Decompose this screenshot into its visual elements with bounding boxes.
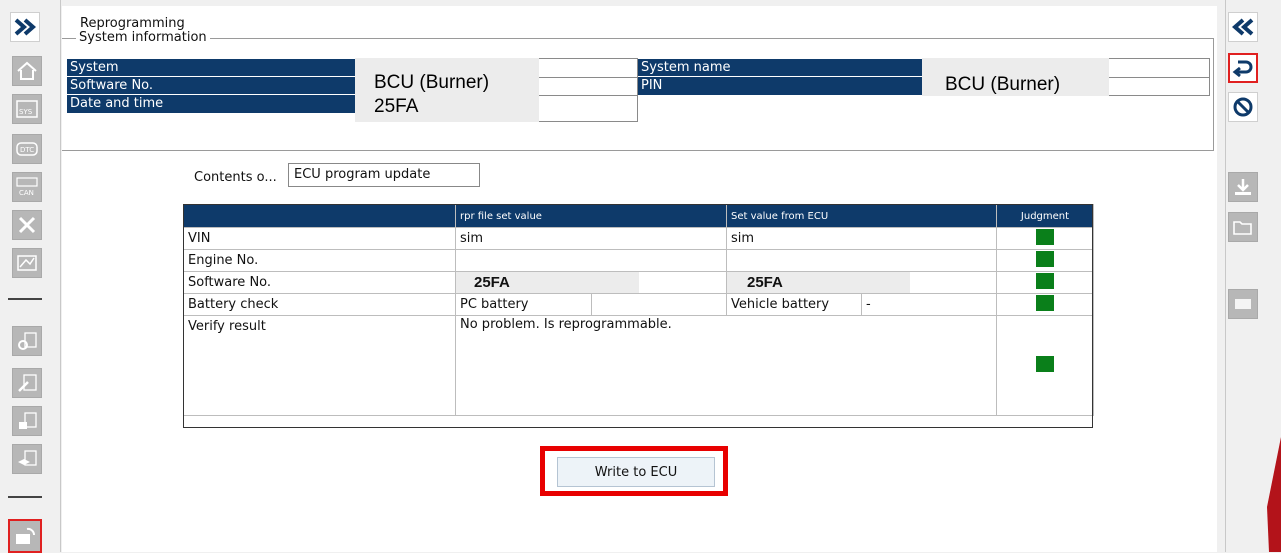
row-name: Battery check [183, 293, 456, 316]
training-button[interactable] [12, 444, 42, 474]
ok-indicator [1036, 272, 1054, 289]
rpr-value [455, 249, 727, 272]
rpr-value: PC battery [455, 293, 592, 316]
col-header-item [183, 204, 456, 228]
row-name: Engine No. [183, 249, 456, 272]
ecu-battery-value: - [861, 293, 997, 316]
comparison-table: rpr file set value Set value from ECU Ju… [183, 204, 1094, 416]
ok-indicator [1036, 250, 1054, 267]
divider [8, 496, 42, 498]
judgment-cell [996, 249, 1094, 272]
dtc-button[interactable]: DTC [12, 134, 42, 164]
svg-text:CAN: CAN [19, 189, 34, 197]
collapse-menu-button[interactable] [1228, 12, 1258, 42]
right-toolbar [1225, 0, 1281, 552]
left-toolbar: SYS DTC CAN [0, 0, 61, 553]
contents-label: Contents o... [194, 170, 277, 185]
monitor-icon [17, 255, 37, 271]
download-icon [1235, 179, 1251, 195]
table-header-row: rpr file set value Set value from ECU Ju… [183, 204, 1094, 228]
lock-doc-icon [19, 412, 37, 429]
graduation-icon [18, 450, 37, 466]
divider [8, 298, 42, 300]
date-time-label: Date and time [67, 95, 355, 113]
system-name-value: BCU (Burner) [945, 74, 1061, 95]
system-value: BCU (Burner) [374, 72, 490, 93]
ok-indicator [1036, 294, 1054, 311]
table-row: Software No. 25FA 25FA [183, 271, 1094, 294]
verify-result-message: No problem. Is reprogrammable. [455, 315, 997, 416]
pin-label: PIN [638, 77, 922, 95]
sys-icon: SYS [16, 100, 38, 118]
software-no-value: 25FA [374, 96, 419, 117]
row-name: VIN [183, 227, 456, 250]
system-label: System [67, 59, 355, 77]
ecu-refresh-icon [16, 527, 36, 544]
prohibit-icon [1233, 97, 1253, 117]
can-button[interactable]: CAN [12, 172, 42, 202]
col-header-rpr: rpr file set value [455, 204, 727, 228]
ecu-button[interactable] [1228, 289, 1258, 319]
tools-button[interactable] [12, 210, 42, 240]
save-download-button[interactable] [1228, 172, 1258, 202]
judgment-cell [996, 227, 1094, 250]
system-name-label: System name [638, 59, 922, 77]
ok-indicator [1036, 355, 1054, 372]
chip-icon [1235, 299, 1251, 309]
ecu-value: Vehicle battery [726, 293, 862, 316]
home-icon [17, 61, 37, 80]
ecu-value-cell: 25FA [726, 271, 997, 294]
dtc-icon: DTC [16, 142, 38, 156]
folder-open-icon [1233, 221, 1252, 235]
reprogramming-button[interactable] [8, 519, 42, 553]
page-title: Reprogramming [80, 16, 185, 31]
ecu-value: 25FA [747, 274, 783, 291]
open-folder-button[interactable] [1228, 212, 1258, 242]
expand-menu-button[interactable] [10, 12, 40, 42]
system-info-button[interactable]: SYS [12, 94, 42, 124]
security-button[interactable] [12, 406, 42, 436]
rpr-value: 25FA [474, 274, 510, 291]
judgment-cell [996, 271, 1094, 294]
edit-data-button[interactable] [12, 368, 42, 398]
can-icon: CAN [16, 177, 38, 197]
contents-field: ECU program update [288, 163, 480, 187]
wrench-icon [18, 216, 36, 234]
return-arrow-icon [1232, 60, 1253, 78]
gear-doc-icon [18, 332, 37, 350]
double-chevron-left-icon [1232, 18, 1254, 36]
judgment-cell [996, 293, 1094, 316]
col-header-ecu: Set value from ECU [726, 204, 997, 228]
col-header-judgment: Judgment [996, 204, 1094, 228]
row-name: Verify result [183, 315, 456, 416]
home-button[interactable] [12, 56, 42, 86]
table-row: Battery check PC battery Vehicle battery… [183, 293, 1094, 316]
table-row: VIN sim sim [183, 227, 1094, 250]
rpr-value: sim [455, 227, 727, 250]
rpr-value-cell: 25FA [455, 271, 727, 294]
rpr-battery-value [591, 293, 727, 316]
svg-text:DTC: DTC [20, 146, 34, 154]
settings-button[interactable] [12, 326, 42, 356]
decorative-shape [1267, 437, 1281, 552]
software-no-label: Software No. [67, 77, 355, 95]
pencil-doc-icon [18, 374, 37, 392]
cancel-button[interactable] [1228, 92, 1258, 122]
return-button[interactable] [1228, 53, 1258, 83]
judgment-cell [996, 315, 1094, 416]
write-to-ecu-button[interactable]: Write to ECU [557, 457, 715, 487]
table-row: Verify result No problem. Is reprogramma… [183, 315, 1094, 416]
ok-indicator [1036, 228, 1054, 245]
monitor-button[interactable] [12, 248, 42, 278]
row-name: Software No. [183, 271, 456, 294]
svg-text:SYS: SYS [19, 108, 33, 116]
table-row: Engine No. [183, 249, 1094, 272]
ecu-value: sim [726, 227, 997, 250]
main-panel: Reprogramming System information System … [62, 6, 1217, 552]
ecu-value [726, 249, 997, 272]
double-chevron-right-icon [14, 18, 36, 36]
system-info-legend: System information [76, 30, 210, 45]
